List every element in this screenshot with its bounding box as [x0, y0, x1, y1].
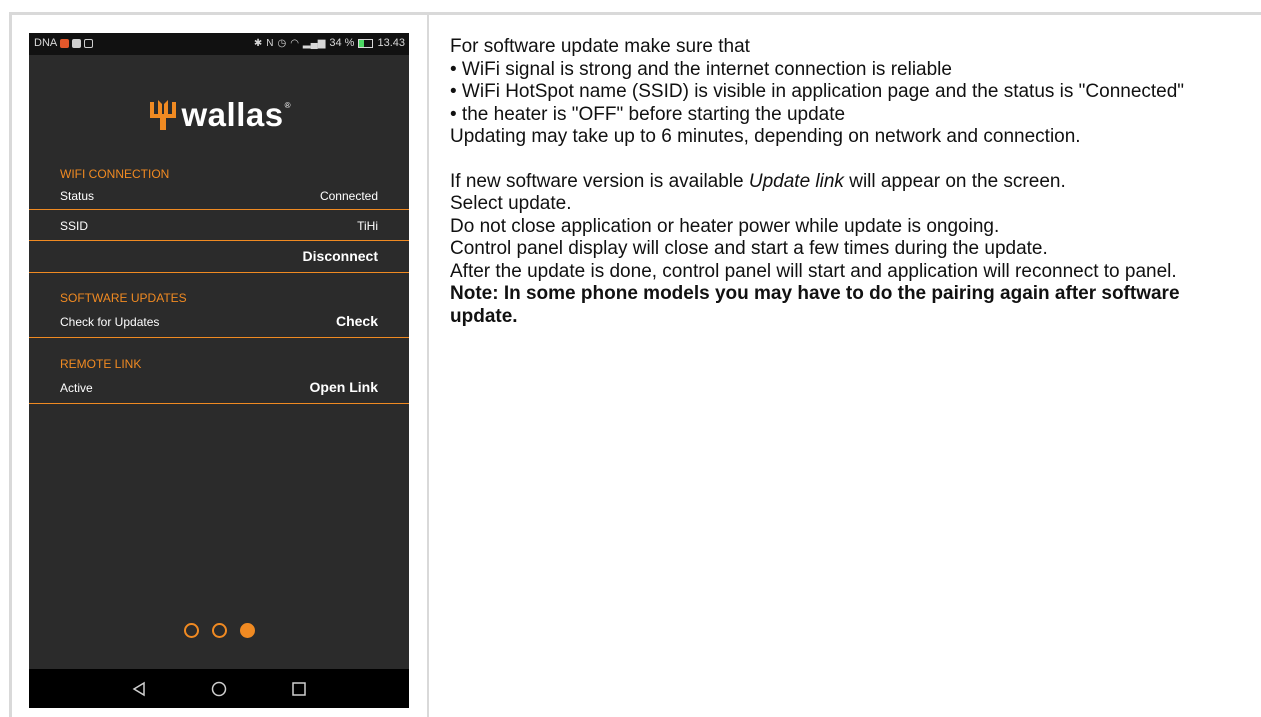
divider: [29, 403, 409, 404]
after-update-text: After the update is done, control panel …: [450, 260, 1177, 282]
status-bar-left: DNA: [34, 37, 94, 49]
divider: [29, 209, 409, 210]
bullet-item: • WiFi signal is strong and the internet…: [450, 58, 952, 80]
notification-icon: [84, 38, 94, 48]
notification-icon: [60, 38, 70, 48]
bullet-item: • the heater is "OFF" before starting th…: [450, 103, 846, 125]
update-link-text-before: If new software version is available: [450, 170, 749, 192]
recents-icon[interactable]: [279, 669, 319, 708]
update-link-text-after: will appear on the screen.: [843, 170, 1066, 192]
open-link-button[interactable]: Open Link: [310, 379, 378, 395]
nfc-icon: N: [266, 37, 274, 49]
page-dot[interactable]: [239, 623, 255, 638]
ssid-value: TiHi: [357, 219, 378, 233]
divider: [29, 272, 409, 273]
trident-icon: [149, 100, 176, 130]
wifi-connection-header: WIFI CONNECTION: [60, 167, 170, 181]
divider: [29, 240, 409, 241]
status-bar-right: ✱ N ◷ ◠ ▂▄▆ 34 % 13.43: [254, 37, 405, 49]
navigation-bar: [29, 669, 409, 708]
ssid-label: SSID: [60, 219, 89, 233]
status-value: Connected: [319, 189, 378, 203]
page-dot[interactable]: [211, 623, 227, 638]
update-link-italic: Update link: [748, 170, 844, 192]
intro-text: For software update make sure that: [450, 36, 750, 57]
frame-top-border: [9, 12, 1261, 15]
battery-level-fill: [359, 39, 364, 47]
battery-icon: [358, 38, 374, 48]
update-link-text: If new software version is available Upd…: [450, 171, 1240, 194]
registered-mark: ®: [284, 101, 291, 110]
note-text: Note: In some phone models you may have …: [450, 283, 1180, 327]
warning-text: Control panel display will close and sta…: [450, 238, 1048, 259]
frame-divider: [427, 12, 429, 717]
software-updates-header: SOFTWARE UPDATES: [60, 291, 187, 305]
logo-text: wallas: [181, 96, 284, 133]
duration-text: Updating may take up to 6 minutes, depen…: [450, 126, 1081, 147]
active-label: Active: [60, 381, 93, 395]
page-indicator: [29, 623, 409, 638]
bullet-item: • WiFi HotSpot name (SSID) is visible in…: [450, 81, 1185, 102]
select-update-text: Select update.: [450, 193, 572, 214]
notification-icon: [72, 38, 82, 48]
warning-text: Do not close application or heater power…: [450, 215, 1000, 237]
disconnect-button[interactable]: Disconnect: [303, 248, 378, 264]
update-instructions: For software update make sure that • WiF…: [450, 36, 1240, 328]
carrier-label: DNA: [34, 37, 58, 49]
bluetooth-icon: ✱: [253, 37, 263, 49]
signal-icon: ▂▄▆: [302, 37, 326, 49]
clock: 13.43: [377, 37, 405, 49]
remote-link-header: REMOTE LINK: [60, 357, 142, 371]
check-button[interactable]: Check: [336, 313, 378, 329]
check-updates-label: Check for Updates: [60, 315, 160, 329]
phone-screenshot: DNA ✱ N ◷ ◠ ▂▄▆ 34 % 13.43 wallas ® WIFI…: [29, 33, 409, 708]
divider: [29, 337, 409, 338]
back-icon[interactable]: [119, 669, 159, 708]
status-bar: DNA ✱ N ◷ ◠ ▂▄▆ 34 % 13.43: [29, 33, 409, 55]
frame-left-border: [9, 12, 12, 717]
home-icon[interactable]: [199, 669, 239, 708]
wifi-icon: ◠: [290, 37, 299, 49]
battery-text: 34 %: [329, 37, 355, 49]
alarm-icon: ◷: [277, 37, 287, 49]
status-label: Status: [60, 189, 95, 203]
page-dot[interactable]: [183, 623, 199, 638]
wallas-logo: wallas ®: [29, 93, 409, 137]
